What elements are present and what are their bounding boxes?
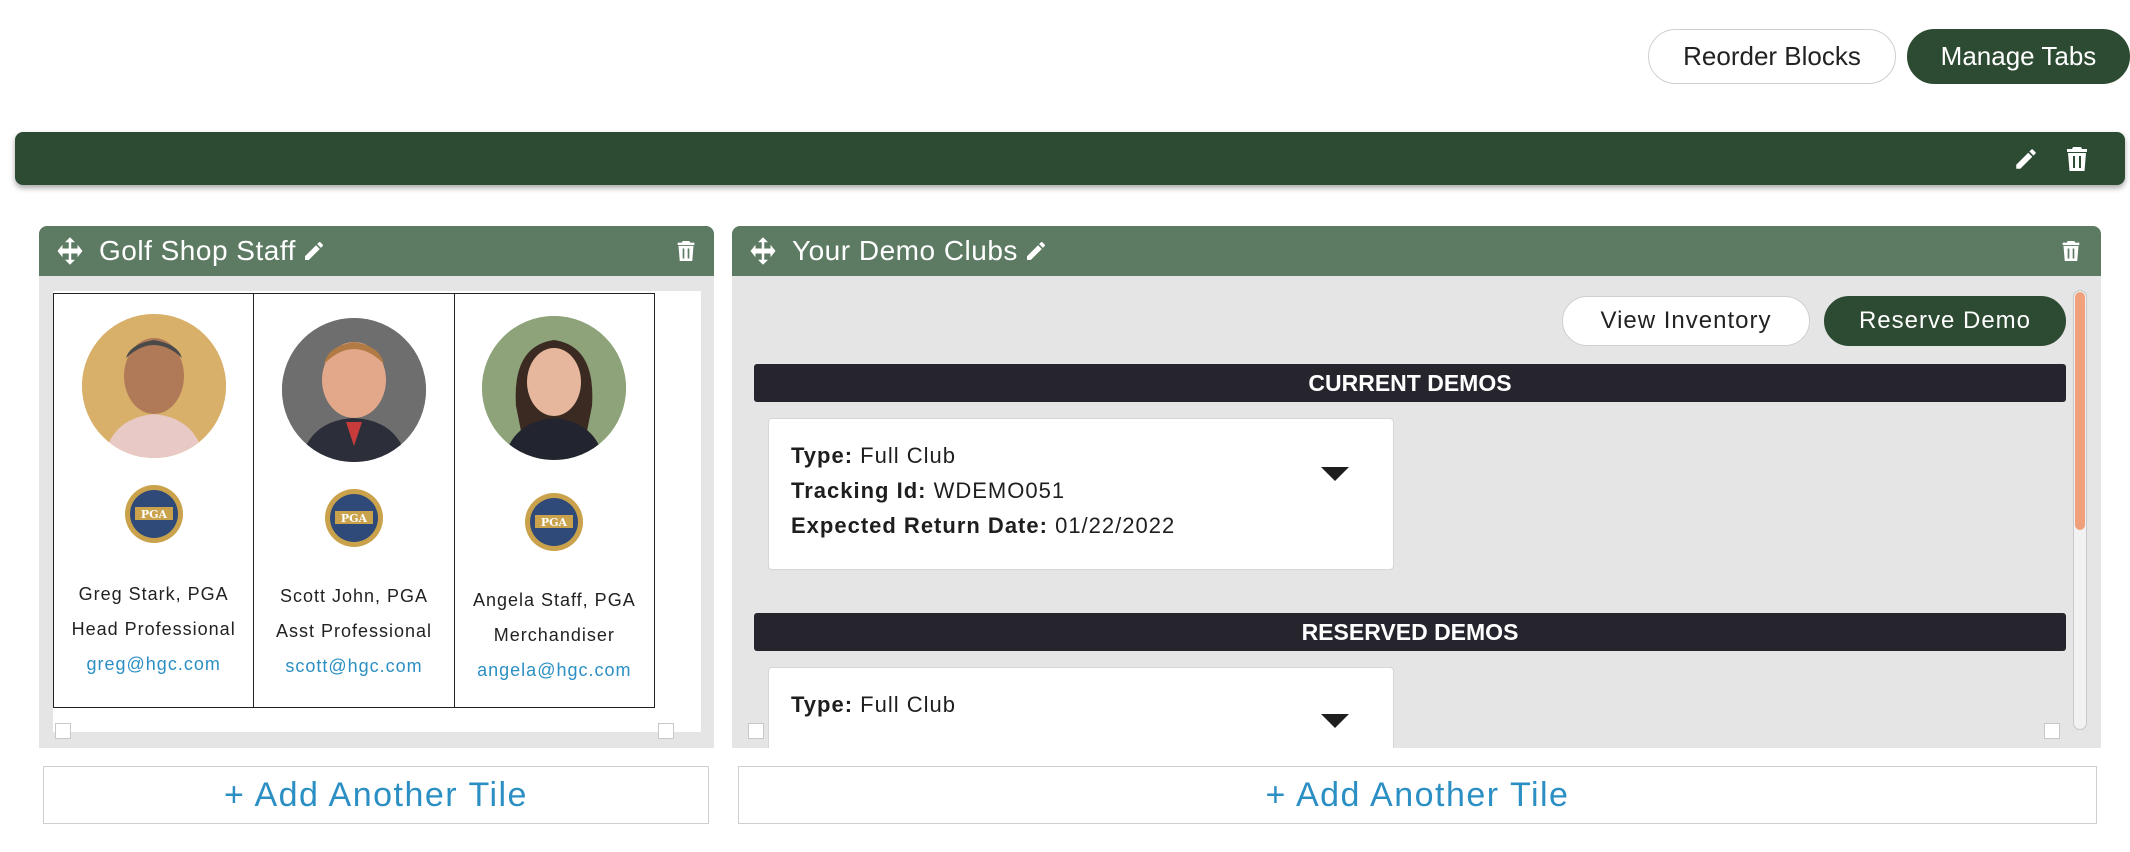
return-value: 01/22/2022 <box>1055 513 1176 538</box>
caret-down-icon[interactable] <box>1321 467 1349 481</box>
add-another-tile-button[interactable]: + Add Another Tile <box>43 766 709 824</box>
reorder-blocks-label: Reorder Blocks <box>1683 41 1861 71</box>
svg-text:PGA: PGA <box>541 516 568 529</box>
svg-text:PGA: PGA <box>341 512 368 525</box>
avatar <box>482 316 627 460</box>
staff-member-card: PGA Angela Staff, PGA Merchandiser angel… <box>455 294 654 707</box>
trash-icon[interactable] <box>2062 144 2092 174</box>
move-arrows-icon[interactable] <box>55 236 85 266</box>
staff-role: Merchandiser <box>493 625 615 645</box>
staff-grid: PGA Greg Stark, PGA Head Professional gr… <box>53 293 655 708</box>
type-label: Type: <box>791 443 854 468</box>
pga-logo: PGA <box>323 484 385 556</box>
move-arrows-icon[interactable] <box>748 236 778 266</box>
resize-handle[interactable] <box>658 723 674 739</box>
pga-logo: PGA <box>523 488 585 560</box>
tracking-value: WDEMO051 <box>933 478 1066 503</box>
staff-email-link[interactable]: scott@hgc.com <box>254 656 453 677</box>
reserved-demos-heading: RESERVED DEMOS <box>754 613 2066 651</box>
demo-return-line: Expected Return Date: 01/22/2022 <box>791 513 1175 539</box>
avatar <box>81 314 226 458</box>
staff-tile-title: Golf Shop Staff <box>99 235 296 266</box>
staff-tile: Golf Shop Staff PGA Greg Stark, PGA Head… <box>39 226 714 748</box>
pga-logo: PGA <box>123 480 185 552</box>
svg-text:PGA: PGA <box>141 508 168 521</box>
staff-name: Greg Stark, PGA <box>78 584 229 604</box>
staff-member-card: PGA Scott John, PGA Asst Professional sc… <box>254 294 455 707</box>
demo-tile-title: Your Demo Clubs <box>792 235 1018 266</box>
demo-content-area: View Inventory Reserve Demo CURRENT DEMO… <box>732 276 2101 748</box>
demo-type-line: Type: Full Club <box>791 692 956 718</box>
demo-tile-header: Your Demo Clubs <box>732 226 2101 276</box>
type-value: Full Club <box>860 443 956 468</box>
manage-tabs-label: Manage Tabs <box>1940 41 2097 71</box>
view-inventory-button[interactable]: View Inventory <box>1562 296 1810 346</box>
current-demos-heading: CURRENT DEMOS <box>754 364 2066 402</box>
manage-tabs-button[interactable]: Manage Tabs <box>1907 29 2130 84</box>
return-label: Expected Return Date: <box>791 513 1048 538</box>
resize-handle[interactable] <box>748 723 764 739</box>
block-header-bar <box>15 132 2125 185</box>
type-value: Full Club <box>860 692 956 717</box>
staff-name: Scott John, PGA <box>279 586 429 606</box>
demo-tracking-line: Tracking Id: WDEMO051 <box>791 478 1065 504</box>
caret-down-icon[interactable] <box>1321 714 1349 728</box>
pencil-icon[interactable] <box>1024 239 1048 263</box>
staff-email-link[interactable]: angela@hgc.com <box>455 660 654 681</box>
staff-email-link[interactable]: greg@hgc.com <box>54 654 253 675</box>
avatar <box>281 318 426 462</box>
staff-grid-area: PGA Greg Stark, PGA Head Professional gr… <box>53 291 701 732</box>
tracking-label: Tracking Id: <box>791 478 927 503</box>
type-label: Type: <box>791 692 854 717</box>
current-demo-card[interactable]: Type: Full Club Tracking Id: WDEMO051 Ex… <box>768 418 1394 570</box>
pencil-icon[interactable] <box>302 239 326 263</box>
staff-member-card: PGA Greg Stark, PGA Head Professional gr… <box>54 294 255 707</box>
staff-tile-header: Golf Shop Staff <box>39 226 714 276</box>
resize-handle[interactable] <box>55 723 71 739</box>
trash-icon[interactable] <box>676 239 696 263</box>
reserved-demo-card[interactable]: Type: Full Club <box>768 667 1394 748</box>
add-another-tile-button[interactable]: + Add Another Tile <box>738 766 2097 824</box>
demo-scrollbar[interactable] <box>2073 290 2087 730</box>
reorder-blocks-button[interactable]: Reorder Blocks <box>1648 29 1896 84</box>
staff-name: Angela Staff, PGA <box>472 590 636 610</box>
pencil-icon[interactable] <box>2011 144 2041 174</box>
staff-role: Asst Professional <box>275 621 433 641</box>
trash-icon[interactable] <box>2061 239 2081 263</box>
staff-role: Head Professional <box>71 619 236 639</box>
demo-clubs-tile: Your Demo Clubs View Inventory Reserve D… <box>732 226 2101 748</box>
resize-handle[interactable] <box>2044 723 2060 739</box>
reserve-demo-button[interactable]: Reserve Demo <box>1824 296 2066 346</box>
scrollbar-thumb[interactable] <box>2075 292 2085 530</box>
demo-type-line: Type: Full Club <box>791 443 956 469</box>
